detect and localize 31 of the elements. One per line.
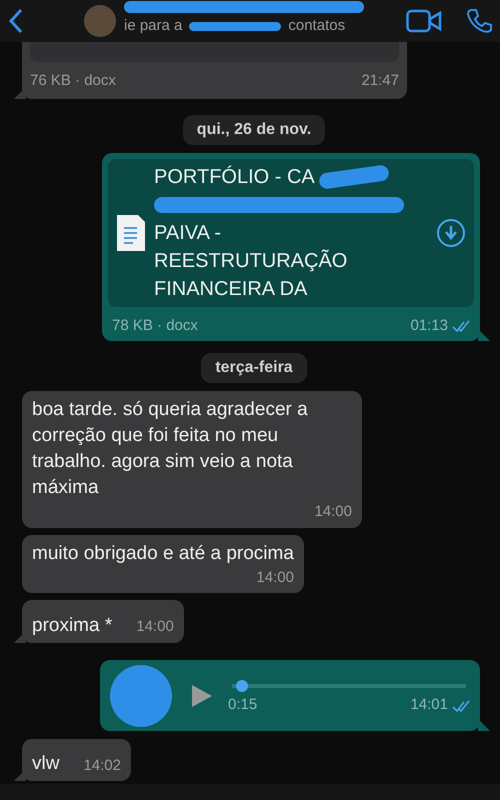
document-title: REESTRUTURAÇÃO — [154, 248, 348, 274]
message-time: 14:00 — [136, 617, 174, 637]
video-call-icon[interactable] — [406, 9, 442, 33]
play-icon[interactable] — [190, 682, 214, 708]
document-icon — [116, 214, 146, 252]
phone-call-icon[interactable] — [466, 8, 492, 34]
message-time: 14:00 — [256, 568, 294, 588]
file-info: 78 KB · docx — [112, 316, 198, 336]
contact-status: ie para a — [124, 16, 182, 36]
message-time: 14:01 — [410, 695, 448, 716]
progress-thumb[interactable] — [236, 680, 248, 692]
message-time: 01:13 — [410, 316, 448, 336]
contact-status: contatos — [288, 16, 346, 36]
voice-duration: 0:15 — [228, 695, 258, 716]
message-text: vlw — [32, 752, 60, 776]
message-time: 14:00 — [314, 502, 352, 522]
date-label: qui., 26 de nov. — [182, 114, 326, 144]
file-info: 76 KB · docx — [30, 71, 116, 91]
back-icon[interactable] — [8, 8, 24, 34]
document-title: PAIVA - — [154, 220, 222, 246]
message-text: boa tarde. só queria agradecer a correção que foi feita no meu trabalho. agora sim veio a nota máxima — [32, 399, 308, 498]
message-text: muito obrigado e até a procima — [32, 542, 294, 564]
message-time: 21:47 — [361, 71, 399, 91]
document-title: PORTFÓLIO - CA — [154, 164, 315, 190]
message-time: 14:02 — [83, 756, 121, 776]
message-text: proxima * — [32, 614, 112, 638]
date-label: terça-feira — [201, 353, 307, 383]
download-icon[interactable] — [436, 218, 466, 248]
document-preview[interactable]: PORTFÓLIO - CA PAIVA - REESTRUTURAÇÃO FINANCEIRA DA — [108, 158, 474, 306]
document-title: FINANCEIRA DA — [154, 276, 308, 302]
contact-avatar[interactable] — [84, 5, 116, 37]
